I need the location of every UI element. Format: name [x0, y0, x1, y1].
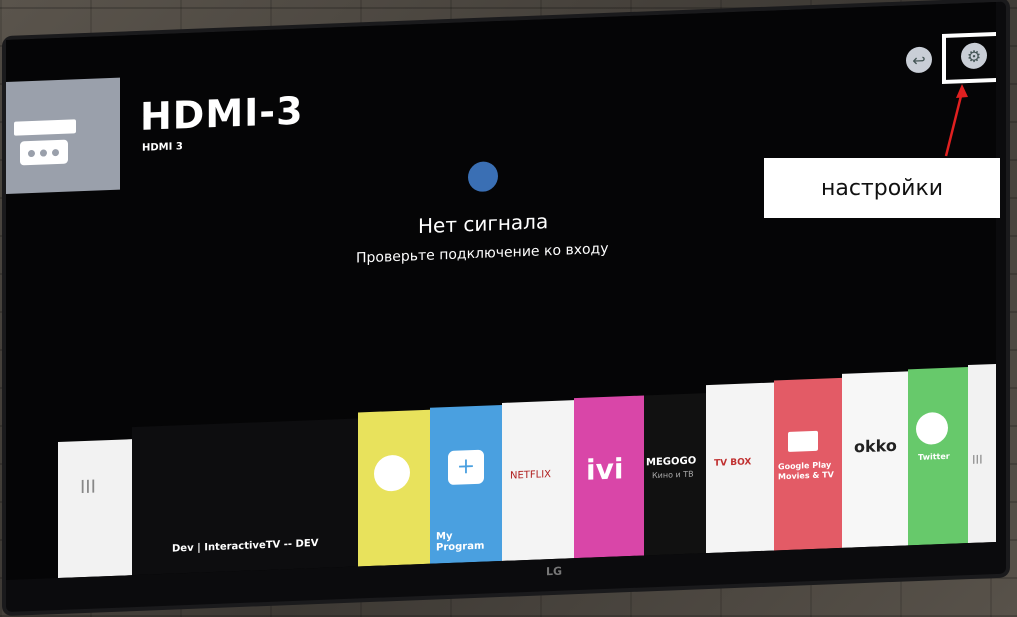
app-tile-tvbox[interactable]: TV BOX: [706, 382, 774, 554]
tv-screen: HDMI-3 HDMI 3 Нет сигнала Проверьте подк…: [6, 1, 996, 581]
app-tile-megogo[interactable]: MEGOGO Кино и ТВ: [644, 393, 706, 556]
app-tile-label: III: [972, 452, 983, 467]
input-subtitle: HDMI 3: [142, 141, 183, 154]
app-tile-sublabel: Кино и ТВ: [652, 469, 694, 481]
app-tile-label: NETFLIX: [510, 469, 552, 482]
app-tile-label: Twitter: [918, 451, 950, 462]
back-icon[interactable]: ↩: [906, 46, 932, 74]
status-indicator: [468, 161, 498, 193]
app-tile-label: Google Play Movies & TV: [778, 460, 834, 482]
app-tile-yellow[interactable]: [358, 409, 430, 567]
app-tile-okko[interactable]: okko: [842, 371, 908, 548]
recent-panel[interactable]: Dev | InteractiveTV -- DEV: [132, 418, 360, 576]
app-tile-more[interactable]: III: [968, 363, 996, 544]
app-tile-my-program[interactable]: + My Program: [430, 404, 502, 564]
connection-hint: Проверьте подключение ко входу: [356, 240, 609, 267]
input-title: HDMI-3: [140, 88, 304, 139]
app-tile-netflix[interactable]: NETFLIX: [502, 400, 574, 561]
app-tile-label: My Program: [436, 530, 485, 554]
app-tile-ivi[interactable]: ivi: [574, 395, 644, 559]
settings-callout-label: настройки: [764, 158, 1000, 218]
settings-highlight-box: [942, 31, 996, 85]
app-tile-label: ivi: [586, 452, 624, 487]
app-tile-label: okko: [854, 435, 897, 457]
left-tile[interactable]: III: [58, 439, 132, 579]
app-tile-label: MEGOGO: [646, 455, 697, 469]
no-signal-message: Нет сигнала: [418, 209, 549, 239]
brand-logo: LG: [546, 564, 563, 579]
app-tile-google-play[interactable]: Google Play Movies & TV: [774, 377, 842, 551]
app-tile-twitter[interactable]: Twitter: [908, 367, 968, 546]
recent-panel-label: Dev | InteractiveTV -- DEV: [172, 537, 319, 555]
hdmi-input-icon[interactable]: [6, 77, 120, 194]
tv-frame: HDMI-3 HDMI 3 Нет сигнала Проверьте подк…: [6, 1, 1006, 613]
app-tile-label: TV BOX: [714, 457, 752, 469]
